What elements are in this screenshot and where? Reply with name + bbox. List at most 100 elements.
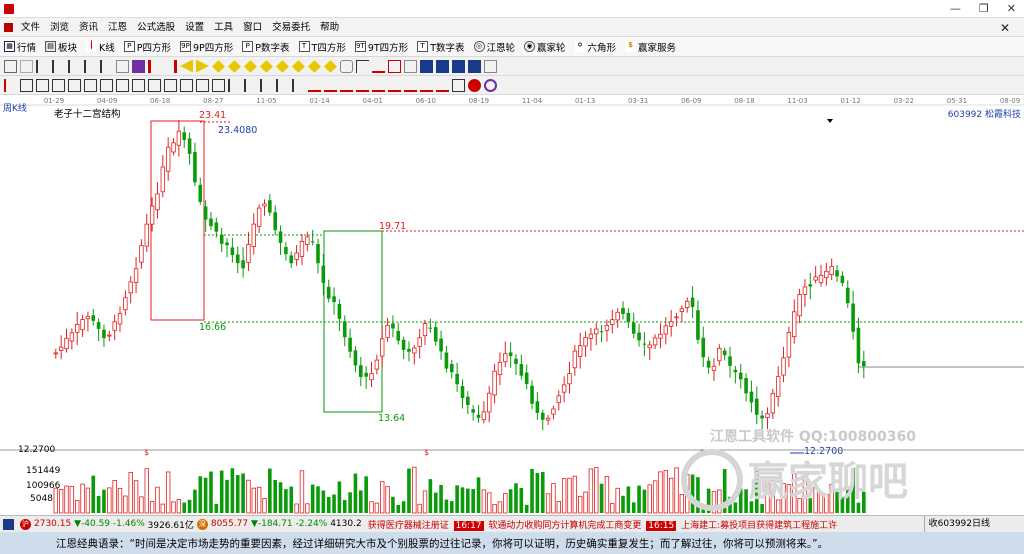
draw-tool-icon[interactable] [292, 78, 305, 92]
diamond-icon[interactable] [212, 59, 225, 73]
menu-info[interactable]: 资讯 [74, 18, 103, 37]
candle-icon[interactable] [36, 59, 49, 73]
gann-fan-icon[interactable] [404, 59, 417, 73]
color-icon[interactable] [132, 59, 145, 73]
draw-tool-icon[interactable] [228, 78, 241, 92]
draw-tool-icon[interactable] [308, 79, 321, 92]
candle-body [316, 244, 320, 264]
draw-tool-icon[interactable] [212, 78, 225, 92]
first-icon[interactable] [148, 59, 161, 73]
draw-tool-icon[interactable] [84, 78, 97, 92]
zoom-icon[interactable] [116, 59, 129, 73]
menu-file[interactable]: 文件 [16, 18, 45, 37]
draw-tool-icon[interactable] [116, 78, 129, 92]
draw-tool-icon[interactable] [404, 79, 417, 92]
close-icon[interactable]: ✕ [1007, 2, 1016, 15]
text-tool-icon[interactable] [388, 59, 401, 73]
draw-tool-icon[interactable] [4, 78, 17, 92]
settings-icon[interactable] [484, 59, 497, 73]
diamond-icon[interactable] [324, 59, 337, 73]
menu-formula[interactable]: 公式选股 [132, 18, 180, 37]
diamond-icon[interactable] [228, 59, 241, 73]
draw-tool-icon[interactable] [52, 78, 65, 92]
draw-tool-icon[interactable] [388, 79, 401, 92]
restore-icon[interactable]: ❐ [979, 2, 989, 15]
draw-tool-icon[interactable] [68, 78, 81, 92]
func-gann-wheel-button[interactable]: ◎ 江恩轮 [470, 40, 515, 54]
diamond-icon[interactable] [244, 59, 257, 73]
calendar-icon[interactable] [436, 59, 449, 73]
draw-tool-icon[interactable] [196, 78, 209, 92]
last-icon[interactable] [164, 59, 177, 73]
diamond-icon[interactable] [292, 59, 305, 73]
func-9t-square-button[interactable]: 9T 9T四方形 [351, 40, 408, 54]
func-p-number-table-button[interactable]: P P数字表 [238, 40, 290, 54]
next-icon[interactable] [196, 59, 209, 73]
draw-tool-icon[interactable] [260, 78, 273, 92]
draw-tool-icon[interactable] [436, 79, 449, 92]
draw-tool-icon[interactable] [356, 79, 369, 92]
candle-icon[interactable] [100, 59, 113, 73]
func-t-number-table-button[interactable]: T T数字表 [413, 40, 465, 54]
menu-window[interactable]: 窗口 [238, 18, 267, 37]
func-winner-wheel-button[interactable]: ◉ 赢家轮 [520, 40, 566, 54]
draw-tool-icon[interactable] [452, 78, 465, 92]
tool-icon[interactable] [20, 59, 33, 73]
func-9p-square-button[interactable]: 9P 9P四方形 [176, 40, 233, 54]
candle-body [540, 412, 545, 420]
menu-trade[interactable]: 交易委托 [267, 18, 315, 37]
draw-tool-icon[interactable] [324, 79, 337, 92]
func-winner-service-button[interactable]: $ 赢家服务 [621, 40, 676, 54]
draw-tool-icon[interactable] [420, 79, 433, 92]
menu-gann[interactable]: 江恩 [103, 18, 132, 37]
draw-tool-icon[interactable] [100, 78, 113, 92]
volume-bar [359, 490, 363, 513]
draw-tool-icon[interactable] [36, 78, 49, 92]
draw-tool-icon[interactable] [244, 78, 257, 92]
infinity-icon[interactable] [484, 78, 497, 92]
line-icon[interactable] [372, 60, 385, 73]
candle-icon[interactable] [84, 59, 97, 73]
menu-tools[interactable]: 工具 [209, 18, 238, 37]
record-icon[interactable] [468, 78, 481, 92]
draw-tool-icon[interactable] [372, 79, 385, 92]
minimize-icon[interactable]: — [950, 2, 961, 15]
hand-icon[interactable] [340, 59, 353, 73]
crosshair-icon[interactable] [356, 59, 369, 73]
calendar-icon[interactable] [452, 59, 465, 73]
date-tick-label: 03-31 [628, 97, 648, 105]
news-ticker[interactable]: 获得医疗器械注册证 16:17 软通动力收购同方计算机完成工商变更 16:15 … [368, 518, 837, 531]
kline-chart[interactable]: 01-29 04-09 06-18 08-27 11-05 01-14 04-01 06-10… [0, 95, 1024, 515]
draw-tool-icon[interactable] [148, 78, 161, 92]
candle-icon[interactable] [68, 59, 81, 73]
func-blocks-button[interactable]: ▤ 板块 [41, 40, 77, 54]
draw-tool-icon[interactable] [164, 78, 177, 92]
grid-icon[interactable] [3, 518, 14, 530]
draw-tool-icon[interactable] [340, 79, 353, 92]
volume-bar [551, 483, 556, 514]
diamond-icon[interactable] [260, 59, 273, 73]
status-right-tab[interactable]: 收603992日线 [923, 516, 1024, 532]
close-document-icon[interactable]: ✕ [1000, 21, 1010, 35]
draw-tool-icon[interactable] [276, 78, 289, 92]
calendar-icon[interactable] [420, 59, 433, 73]
diamond-icon[interactable] [276, 59, 289, 73]
func-hexagon-button[interactable]: ✡ 六角形 [571, 40, 616, 54]
candle-icon[interactable] [52, 59, 65, 73]
func-t-square-button[interactable]: T T四方形 [295, 40, 346, 54]
draw-tool-icon[interactable] [180, 78, 193, 92]
app-menu-icon[interactable] [4, 22, 13, 32]
draw-tool-icon[interactable] [132, 78, 145, 92]
calendar-icon[interactable] [468, 59, 481, 73]
diamond-icon[interactable] [308, 59, 321, 73]
func-kline-button[interactable]: ┃ K线 [82, 40, 115, 54]
candle-body [701, 337, 706, 358]
func-p-square-button[interactable]: P P四方形 [120, 40, 171, 54]
draw-tool-icon[interactable] [20, 78, 33, 92]
period-select-icon[interactable] [4, 59, 17, 73]
func-quotes-button[interactable]: ▦ 行情 [0, 40, 36, 54]
menu-help[interactable]: 帮助 [315, 18, 344, 37]
menu-settings[interactable]: 设置 [180, 18, 209, 37]
prev-icon[interactable] [180, 59, 193, 73]
menu-browse[interactable]: 浏览 [45, 18, 74, 37]
